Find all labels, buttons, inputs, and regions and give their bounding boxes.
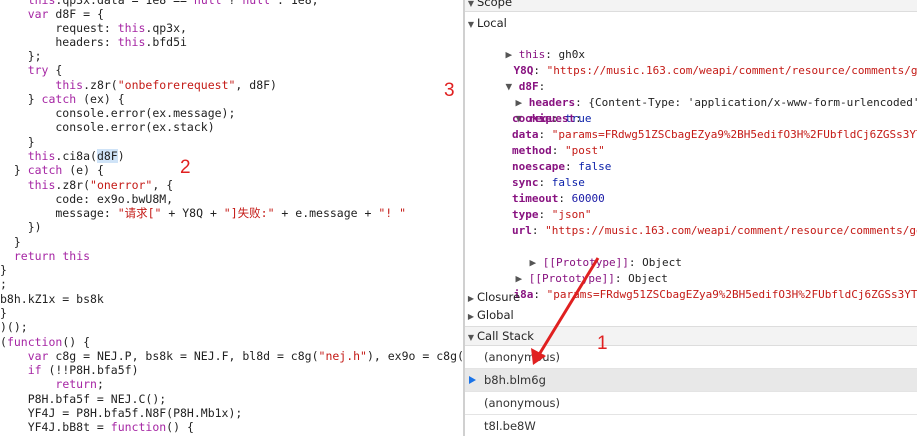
callstack-frame[interactable]: (anonymous) xyxy=(465,392,917,415)
code-line: )(); xyxy=(0,320,28,334)
code-line: } xyxy=(0,235,21,249)
scope-headers-row[interactable]: ▶ headers: {Content-Type: 'application/x… xyxy=(489,79,917,109)
code-line: this.z8r("onbeforerequest", d8F) xyxy=(55,78,277,92)
prop-key: data xyxy=(512,128,539,141)
prop-key: url xyxy=(512,224,532,237)
callstack-frame[interactable]: t8l.be8W xyxy=(465,415,917,436)
code-line: headers: this.bfd5i xyxy=(0,35,187,49)
code-line: } xyxy=(0,306,7,320)
request-prop-noescape[interactable]: noescape: false xyxy=(512,159,611,175)
scope-this-row[interactable]: ▶ this: gh0x xyxy=(479,31,586,61)
code-line: }) xyxy=(0,220,42,234)
prop-key: timeout xyxy=(512,192,559,205)
collapse-icon: ▼ xyxy=(467,0,475,8)
code-line: this.z8r("onerror", { xyxy=(27,178,174,192)
code-line: this.ci8a(d8F) xyxy=(27,149,125,163)
prop-key: sync xyxy=(512,176,539,189)
annotation-label-2: 2 xyxy=(180,157,191,178)
prop-key: method xyxy=(512,144,552,157)
code-line: (function() { xyxy=(0,335,91,349)
code-line: } catch (e) { xyxy=(0,163,104,177)
request-prop-url[interactable]: url: "https://music.163.com/weapi/commen… xyxy=(512,223,917,239)
collapse-icon: ▼ xyxy=(467,333,475,342)
scope-section-header[interactable]: ▼ Scope xyxy=(465,0,917,12)
code-line: if (!!P8H.bfa5f) xyxy=(27,363,139,377)
scope-y8q-row[interactable]: Y8Q: "https://music.163.com/weapi/commen… xyxy=(487,47,917,77)
code-line: this.qp3x.data = 1e8 == null ? null : 1e… xyxy=(27,0,319,7)
prop-key: type xyxy=(512,208,539,221)
scope-i8a-row[interactable]: i8a: "params=FRdwg51ZSCbagEZya9%2BH5edif… xyxy=(487,271,917,301)
code-line: }; xyxy=(0,49,42,63)
callstack-frame-current[interactable]: b8h.blm6g xyxy=(465,369,917,392)
code-line: return; xyxy=(55,377,104,391)
source-code-pane: this.qp3x.data = 1e8 == null ? null : 1e… xyxy=(0,0,463,436)
scope-closure-header[interactable]: ▶ Closure xyxy=(465,288,917,306)
code-line: P8H.bfa5f = NEJ.C(); xyxy=(0,392,167,406)
prop-value: false xyxy=(551,176,585,189)
callstack-section-header[interactable]: ▼ Call Stack xyxy=(465,326,917,346)
prop-value: "https://music.163.com/weapi/comment/res… xyxy=(545,224,917,237)
prop-key: noescape xyxy=(512,160,565,173)
code-line: YF4J = P8H.bfa5f.N8F(P8H.Mb1x); xyxy=(0,406,243,420)
code-line: ; xyxy=(0,277,7,291)
prop-value: "params=FRdwg51ZSCbagEZya9%2BH5edifO3H%2… xyxy=(551,128,917,141)
prop-value: true xyxy=(565,112,592,125)
scope-request-prototype-row[interactable]: ▶ [[Prototype]]: Object xyxy=(503,239,682,269)
scope-local-header[interactable]: ▼ Local xyxy=(465,14,917,32)
annotation-label-3: 3 xyxy=(444,80,455,101)
request-prop-timeout[interactable]: timeout: 60000 xyxy=(512,191,605,207)
expand-right-icon: ▶ xyxy=(467,312,475,321)
code-line: return this xyxy=(13,249,91,263)
code-line: message: "请求[" + Y8Q + "]失败:" + e.messag… xyxy=(0,206,407,220)
code-line: } xyxy=(0,263,7,277)
current-frame-pointer-icon xyxy=(469,376,476,384)
scope-d8f-prototype-row[interactable]: ▶ [[Prototype]]: Object xyxy=(489,255,668,285)
request-prop-type[interactable]: type: "json" xyxy=(512,207,592,223)
code-line: } xyxy=(0,135,35,149)
prop-value: false xyxy=(578,160,612,173)
scope-d8f-row[interactable]: ▼ d8F: xyxy=(479,63,546,93)
callstack-frame[interactable]: (anonymous) xyxy=(465,346,917,369)
prop-value: 60000 xyxy=(571,192,605,205)
prop-value: "json" xyxy=(551,208,592,221)
prop-value: "post" xyxy=(565,144,605,157)
code-line: YF4J.bB8t = function() { xyxy=(0,420,194,434)
code-line: try { xyxy=(27,63,63,77)
request-prop-method[interactable]: method: "post" xyxy=(512,143,605,159)
scope-request-row[interactable]: ▼ request: xyxy=(489,95,582,125)
expand-down-icon: ▼ xyxy=(467,20,475,29)
code-line: console.error(ex.message); xyxy=(0,106,236,120)
scope-global-header[interactable]: ▶ Global xyxy=(465,306,917,324)
code-line: var d8F = { xyxy=(27,7,104,21)
prop-key: cookie xyxy=(512,112,552,125)
code-line: code: ex9o.bwU8M, xyxy=(0,192,174,206)
code-line: var c8g = NEJ.P, bs8k = NEJ.F, bl8d = c8… xyxy=(27,349,463,363)
request-prop-sync[interactable]: sync: false xyxy=(512,175,585,191)
debugger-sidebar: ▼ Scope ▼ Local ▶ this: gh0x Y8Q: "https:/… xyxy=(465,0,917,436)
code-line: b8h.kZ1x = bs8k xyxy=(0,292,104,306)
annotation-label-1: 1 xyxy=(597,333,608,354)
code-line: console.error(ex.stack) xyxy=(0,120,215,134)
code-line: } catch (ex) { xyxy=(0,92,125,106)
request-prop-data[interactable]: data: "params=FRdwg51ZSCbagEZya9%2BH5edi… xyxy=(512,127,917,143)
request-prop-cookie[interactable]: cookie: true xyxy=(512,111,592,127)
code-line: request: this.qp3x, xyxy=(0,21,187,35)
